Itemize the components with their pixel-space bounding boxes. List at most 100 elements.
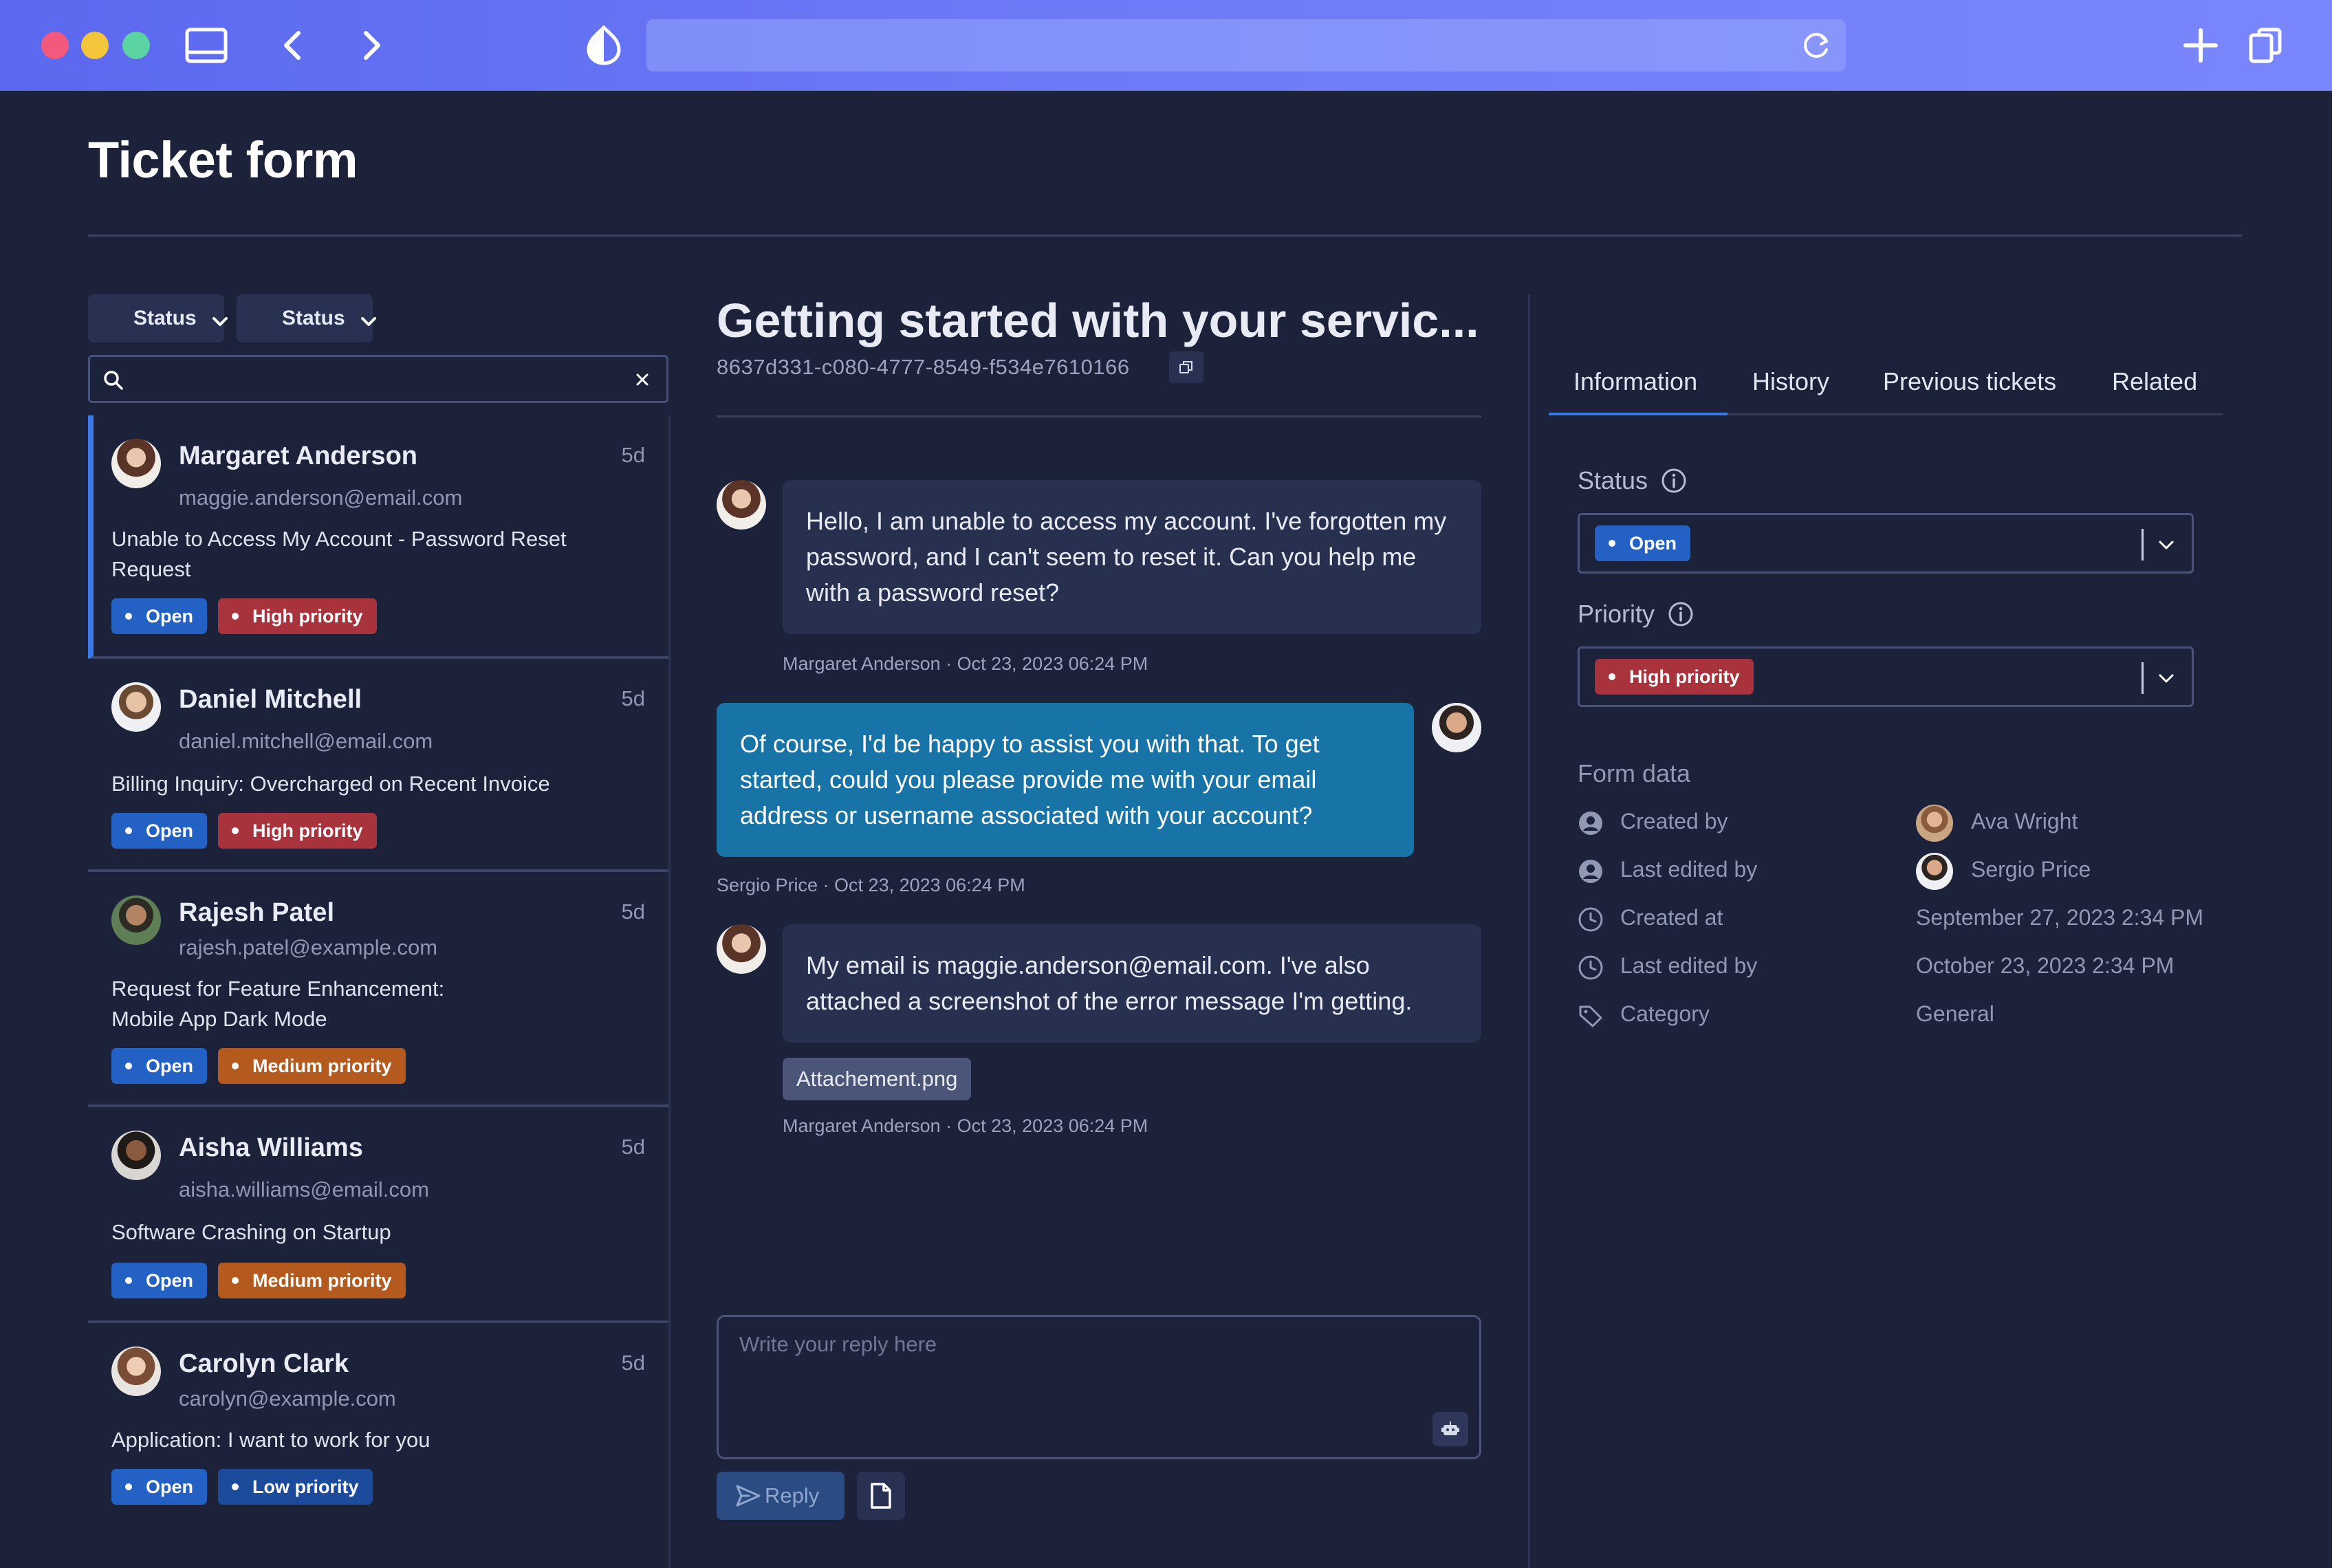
- send-icon: [736, 1485, 761, 1507]
- ticket-item[interactable]: Rajesh Patel 5d rajesh.patel@example.com…: [88, 872, 668, 1107]
- form-data-value: September 27, 2023 2:34 PM: [1916, 905, 2204, 930]
- ticket-customer-name: Carolyn Clark: [179, 1349, 349, 1378]
- status-badge: Open: [111, 1048, 208, 1084]
- ticket-age: 5d: [621, 1135, 645, 1159]
- ticket-item[interactable]: Margaret Anderson 5d maggie.anderson@ema…: [88, 415, 668, 659]
- details-tabs: Information History Previous tickets Rel…: [1549, 351, 2223, 415]
- robot-icon: [1441, 1422, 1459, 1435]
- ticket-subject: Unable to Access My Account - Password R…: [111, 527, 567, 581]
- ticket-age: 5d: [621, 443, 645, 467]
- message-meta: Margaret Anderson · Oct 23, 2023 06:24 P…: [783, 1115, 1148, 1136]
- ticket-customer-email: rajesh.patel@example.com: [179, 935, 438, 959]
- status-filter-label: Status: [133, 307, 197, 329]
- reply-button[interactable]: Reply: [717, 1472, 844, 1520]
- avatar: [717, 924, 766, 974]
- ticket-item[interactable]: Daniel Mitchell 5d daniel.mitchell@email…: [88, 659, 668, 872]
- user-circle-icon: [1579, 812, 1602, 835]
- form-data-value: Sergio Price: [1971, 857, 2091, 882]
- avatar: [111, 1131, 161, 1180]
- status-badge: Open: [1595, 525, 1691, 561]
- search-input[interactable]: [134, 361, 615, 398]
- conversation-title: Getting started with your servic...: [717, 294, 1479, 347]
- ticket-subject: Billing Inquiry: Overcharged on Recent I…: [111, 772, 550, 796]
- form-data-row: Last edited by Sergio Price: [1578, 851, 2197, 890]
- status-filter-button-2[interactable]: Status: [237, 294, 376, 342]
- form-data-title: Form data: [1578, 759, 1691, 787]
- form-data-value: October 23, 2023 2:34 PM: [1916, 953, 2175, 978]
- ticket-tags: Open Medium priority: [111, 1048, 406, 1084]
- priority-select[interactable]: High priority: [1578, 646, 2194, 707]
- ticket-subject: Request for Feature Enhancement: Mobile …: [111, 977, 445, 1031]
- ticket-age: 5d: [621, 686, 645, 710]
- form-data-value: General: [1916, 1001, 1994, 1026]
- browser-toolbar: [0, 0, 2332, 91]
- status-select[interactable]: Open: [1578, 513, 2194, 574]
- column-divider: [1528, 294, 1530, 1568]
- priority-badge: Medium priority: [218, 1048, 406, 1084]
- reload-icon[interactable]: [1800, 29, 1833, 62]
- message-meta: Sergio Price · Oct 23, 2023 06:24 PM: [717, 875, 1025, 895]
- forward-icon[interactable]: [349, 25, 393, 66]
- tab-related[interactable]: Related: [2112, 367, 2197, 396]
- tab-information[interactable]: Information: [1573, 367, 1697, 396]
- ticket-age: 5d: [621, 1351, 645, 1375]
- ticket-tags: Open Medium priority: [111, 1263, 406, 1298]
- ticket-customer-email: aisha.williams@email.com: [179, 1177, 429, 1201]
- status-filter-button[interactable]: Status: [88, 294, 228, 342]
- window-close-button[interactable]: [41, 32, 69, 59]
- window-maximize-button[interactable]: [122, 32, 150, 59]
- reply-input[interactable]: [739, 1332, 1427, 1435]
- status-filter-label: Status: [282, 307, 345, 329]
- ticket-id: 8637d331-c080-4777-8549-f534e7610166: [717, 355, 1130, 379]
- ticket-tags: Open Low priority: [111, 1469, 373, 1505]
- close-icon[interactable]: [632, 369, 653, 390]
- copy-id-button[interactable]: [1169, 351, 1203, 383]
- new-tab-icon[interactable]: [2179, 25, 2223, 66]
- form-data-key: Last edited by: [1620, 857, 1758, 882]
- tag-icon: [1579, 1005, 1602, 1027]
- form-data-key: Category: [1620, 1001, 1710, 1026]
- message-meta: Margaret Anderson · Oct 23, 2023 06:24 P…: [783, 653, 1148, 674]
- status-badge: Open: [111, 1469, 208, 1505]
- shield-icon[interactable]: [582, 25, 626, 66]
- attachment-chip[interactable]: Attachement.png: [783, 1058, 972, 1100]
- status-field-label: Status: [1578, 466, 1688, 495]
- ticket-tags: Open High priority: [111, 813, 377, 849]
- status-badge: Open: [111, 813, 208, 849]
- ticket-item[interactable]: Aisha Williams 5d aisha.williams@email.c…: [88, 1107, 668, 1323]
- form-data-row: Created at September 27, 2023 2:34 PM: [1578, 900, 2203, 938]
- info-icon: [1661, 468, 1686, 493]
- message-bubble: Of course, I'd be happy to assist you wi…: [717, 703, 1414, 857]
- attach-file-button[interactable]: [857, 1472, 905, 1520]
- status-badge: Open: [111, 598, 208, 634]
- form-data-value: Ava Wright: [1971, 809, 2078, 834]
- sidebar-toggle-icon[interactable]: [184, 25, 228, 66]
- back-icon[interactable]: [271, 25, 315, 66]
- tab-history[interactable]: History: [1752, 367, 1829, 396]
- search-icon: [102, 369, 124, 391]
- ticket-customer-name: Daniel Mitchell: [179, 685, 362, 714]
- form-data-row: Created by Ava Wright: [1578, 803, 2197, 842]
- priority-field-label: Priority: [1578, 600, 1694, 629]
- tabs-overview-icon[interactable]: [2243, 25, 2287, 66]
- active-tab-indicator: [1549, 413, 1728, 415]
- priority-badge: High priority: [218, 813, 377, 849]
- ticket-subject: Software Crashing on Startup: [111, 1220, 391, 1244]
- avatar: [1432, 703, 1481, 752]
- form-data-key: Last edited by: [1620, 953, 1758, 978]
- tab-previous-tickets[interactable]: Previous tickets: [1883, 367, 2056, 396]
- window-minimize-button[interactable]: [81, 32, 109, 59]
- ticket-item[interactable]: Carolyn Clark 5d carolyn@example.com App…: [88, 1323, 668, 1529]
- ticket-customer-email: carolyn@example.com: [179, 1386, 396, 1411]
- priority-badge: High priority: [218, 598, 377, 634]
- ai-assist-button[interactable]: [1432, 1412, 1468, 1446]
- select-separator: [2142, 662, 2144, 694]
- ticket-search: [88, 355, 668, 403]
- avatar: [111, 1347, 161, 1396]
- avatar: [1916, 805, 1953, 842]
- address-bar[interactable]: [646, 19, 1846, 72]
- avatar: [111, 682, 161, 732]
- form-data-row: Category General: [1578, 996, 2197, 1034]
- header-divider: [88, 235, 2242, 237]
- message-bubble: My email is maggie.anderson@email.com. I…: [783, 924, 1481, 1043]
